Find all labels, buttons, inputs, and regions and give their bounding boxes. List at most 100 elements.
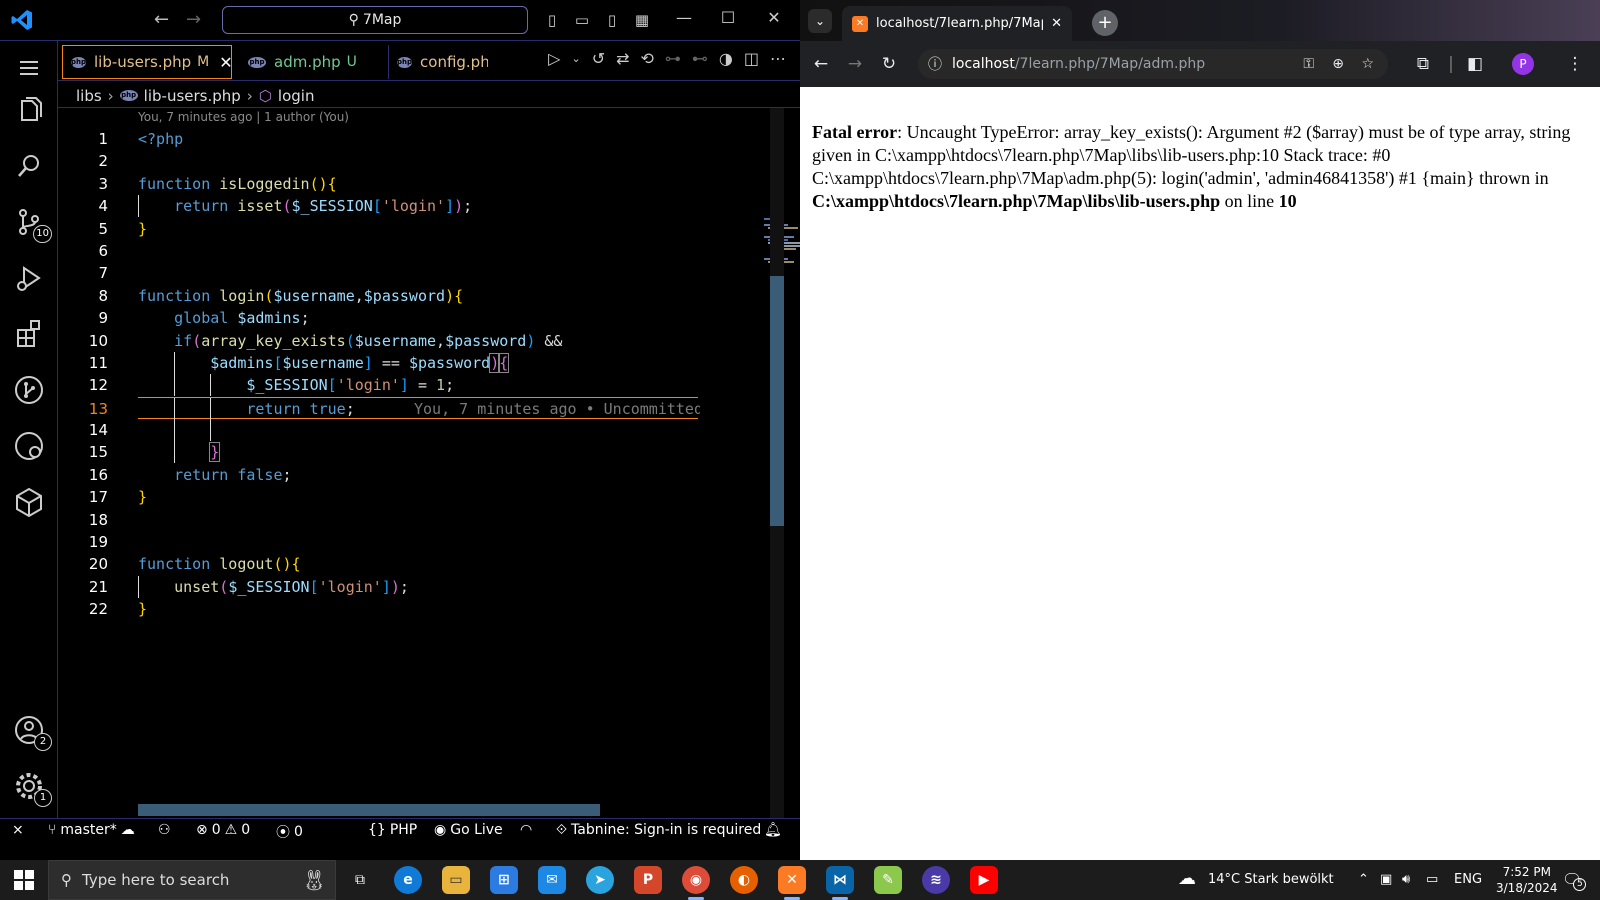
close-icon[interactable]: ✕ <box>219 53 231 72</box>
password-key-icon[interactable]: ⚿ <box>1303 56 1314 72</box>
menu-icon[interactable] <box>12 51 46 85</box>
back-arrow-icon[interactable]: ← <box>154 9 169 30</box>
go-live-status[interactable]: ◉ Go Live <box>434 822 503 838</box>
back-arrow-icon[interactable]: ← <box>810 53 832 75</box>
next-change-icon[interactable]: ⊷ <box>692 49 708 69</box>
open-changes-icon[interactable]: ⟲ <box>641 49 654 69</box>
language-status[interactable]: {} PHP <box>368 822 417 838</box>
code-line: 11 $admins[$username] == $password){ <box>58 351 778 374</box>
tab-lib-users[interactable]: php lib-users.php M ✕ <box>62 45 232 79</box>
notifications-bell-icon[interactable]: 🔔︎ <box>764 822 782 838</box>
remote-icon[interactable]: ⨯ <box>12 822 24 838</box>
split-editor-icon[interactable]: ◫ <box>744 49 759 69</box>
file-explorer-icon[interactable]: ▭ <box>442 866 470 894</box>
site-info-icon[interactable]: ⓘ <box>928 54 942 74</box>
breadcrumb-file[interactable]: lib-users.php <box>144 87 241 105</box>
chevron-up-icon[interactable]: ⌃ <box>1358 872 1369 887</box>
forward-arrow-icon[interactable]: → <box>186 9 201 30</box>
line-number: 1 <box>98 130 108 148</box>
git-lens-icon[interactable] <box>12 429 46 463</box>
remote-explorer-icon[interactable] <box>12 485 46 519</box>
xampp-favicon-icon: ✕ <box>852 15 868 32</box>
customize-layout-icon[interactable]: ▦ <box>632 10 652 30</box>
search-icon[interactable] <box>12 149 46 183</box>
windows-start-icon[interactable] <box>14 870 34 890</box>
tabnine-status[interactable]: ⟐ Tabnine: Sign-in is required <box>556 822 761 838</box>
settings-gear-icon[interactable]: 1 <box>12 769 52 807</box>
weather-text[interactable]: 14°C Stark bewölkt <box>1208 872 1334 887</box>
previous-change-icon[interactable]: ⊶ <box>665 49 681 69</box>
loading-spinner-icon: ◠ <box>520 822 533 838</box>
breadcrumb-folder[interactable]: libs <box>76 87 102 105</box>
youtube-icon[interactable]: ▶ <box>970 866 998 894</box>
tabnine-label: Tabnine: Sign-in is required <box>571 822 762 838</box>
weather-cloud-icon[interactable]: ☁ <box>1178 868 1196 889</box>
language-indicator[interactable]: ENG <box>1454 872 1482 887</box>
more-menu-icon[interactable]: ⋮ <box>1564 53 1586 75</box>
close-tab-icon[interactable]: ✕ <box>1051 16 1062 31</box>
side-panel-icon[interactable]: ◧ <box>1464 53 1486 75</box>
run-dropdown-chevron-icon[interactable]: ⌄ <box>571 49 580 69</box>
timeline-icon[interactable]: ↺ <box>592 49 605 69</box>
php-file-icon: php <box>119 90 138 101</box>
branch-status[interactable]: ⑂ master* ☁ <box>48 822 135 838</box>
network-icon[interactable]: ▭ <box>1426 872 1438 887</box>
accounts-icon[interactable]: 2 <box>12 713 52 751</box>
problems-status[interactable]: ⊗ 0 ⚠ 0 <box>196 822 250 838</box>
zoom-icon[interactable]: ⊕ <box>1332 56 1344 72</box>
blame-icon[interactable]: ◑ <box>719 49 733 69</box>
taskbar-search-box[interactable]: ⚲ Type here to search 🐰︎ <box>48 860 336 900</box>
codelens-blame[interactable]: You, 7 minutes ago | 1 author (You) <box>138 110 349 124</box>
powerpoint-icon[interactable]: P <box>634 866 662 894</box>
forward-arrow-icon[interactable]: → <box>844 53 866 75</box>
xampp-icon[interactable]: ✕ <box>778 866 806 900</box>
minimize-icon[interactable]: — <box>674 8 694 32</box>
vpn-app-icon[interactable]: ≋ <box>922 866 950 894</box>
extensions-puzzle-icon[interactable]: ⧉ <box>1412 53 1434 75</box>
code-line: 20 function logout(){ <box>58 553 778 575</box>
telegram-icon[interactable]: ➤ <box>586 866 614 894</box>
bookmark-star-icon[interactable]: ☆ <box>1361 56 1374 72</box>
vscode-taskbar-icon[interactable]: ⋈ <box>826 866 854 900</box>
vertical-scrollbar-thumb[interactable] <box>770 276 784 526</box>
git-graph-status-icon[interactable]: ⚇ <box>158 822 171 838</box>
toggle-secondary-sidebar-icon[interactable]: ▯ <box>602 10 622 30</box>
horizontal-scrollbar-thumb[interactable] <box>138 804 600 816</box>
browser-tab-active[interactable]: ✕ localhost/7learn.php/7Map/ad ✕ <box>842 6 1072 41</box>
chrome-icon[interactable]: ◉ <box>682 866 710 900</box>
address-bar[interactable]: ⓘ localhost/7learn.php/7Map/adm.php ⚿ ⊕ … <box>918 49 1388 79</box>
close-window-icon[interactable]: ✕ <box>764 8 784 32</box>
profile-avatar[interactable]: P <box>1512 53 1534 75</box>
git-graph-icon[interactable] <box>12 373 46 407</box>
tab-adm[interactable]: php adm.php U <box>240 45 382 79</box>
tab-config[interactable]: php config.ph <box>388 45 488 79</box>
source-control-icon[interactable]: 10 <box>12 205 52 243</box>
explorer-icon[interactable] <box>12 93 46 127</box>
command-center[interactable]: ⚲ 7Map <box>222 6 528 34</box>
notepad-icon[interactable]: ✎ <box>874 866 902 894</box>
store-icon[interactable]: ⊞ <box>490 866 518 894</box>
breadcrumb-symbol[interactable]: login <box>278 87 315 105</box>
code-editor[interactable]: You, 7 minutes ago | 1 author (You) 1 <?p… <box>58 108 808 836</box>
more-actions-icon[interactable]: ⋯ <box>770 49 786 69</box>
reload-icon[interactable]: ↻ <box>878 53 900 75</box>
compare-changes-icon[interactable]: ⇄ <box>616 49 629 69</box>
clock[interactable]: 7:52 PM 3/18/2024 <box>1496 864 1558 896</box>
run-debug-icon[interactable] <box>12 261 46 295</box>
run-icon[interactable]: ▷ <box>548 49 560 69</box>
notification-center-icon[interactable]: 🗨︎ 5 <box>1562 870 1587 891</box>
tab-search-chevron-down-icon[interactable]: ⌄ <box>808 9 832 33</box>
meet-now-icon[interactable]: ▣ <box>1380 872 1392 887</box>
task-view-icon[interactable]: ⧉ <box>346 866 374 894</box>
code-line: 1 <?php <box>58 128 778 150</box>
firefox-icon[interactable]: ◐ <box>730 866 758 894</box>
edge-icon[interactable]: e <box>394 866 422 894</box>
maximize-icon[interactable]: ☐ <box>718 8 738 32</box>
new-tab-plus-icon[interactable]: + <box>1092 10 1118 36</box>
ports-status[interactable]: ⦿ 0 <box>276 822 303 842</box>
volume-icon[interactable]: 🔊︎ <box>1402 872 1410 887</box>
extensions-icon[interactable] <box>12 317 46 351</box>
toggle-sidebar-icon[interactable]: ▯ <box>542 10 562 30</box>
toggle-panel-icon[interactable]: ▭ <box>572 10 592 30</box>
mail-icon[interactable]: ✉ <box>538 866 566 894</box>
